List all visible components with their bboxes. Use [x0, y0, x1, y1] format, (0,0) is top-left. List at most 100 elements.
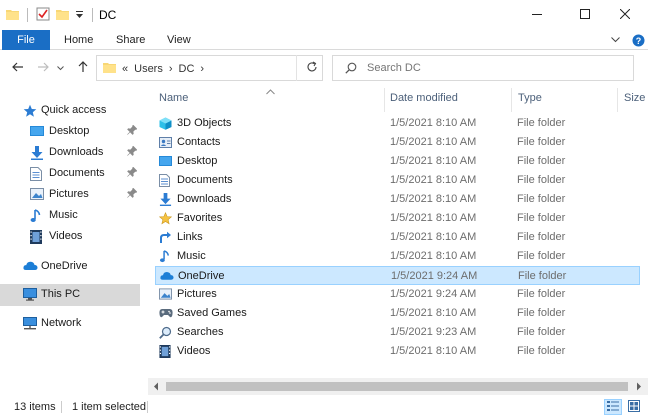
details-view-button[interactable]: [604, 399, 622, 415]
table-row[interactable]: Searches 1/5/2021 9:23 AM File folder: [155, 323, 640, 342]
nav-item-label: Pictures: [49, 188, 89, 200]
item-count: 13 items: [14, 401, 56, 413]
searches-icon: [159, 326, 172, 339]
back-arrow-icon: [12, 62, 24, 75]
tab-home[interactable]: Home: [64, 30, 93, 50]
search-box[interactable]: [332, 55, 634, 81]
table-row[interactable]: Pictures 1/5/2021 9:24 AM File folder: [155, 285, 640, 304]
nav-item-quick-access[interactable]: Quick access: [0, 100, 140, 122]
chevron-down-icon[interactable]: [606, 32, 624, 48]
breadcrumb-overflow[interactable]: «: [122, 63, 128, 75]
file-name: Contacts: [177, 136, 221, 148]
table-row[interactable]: Links 1/5/2021 8:10 AM File folder: [155, 228, 640, 247]
pictures-icon: [30, 188, 44, 202]
recent-locations-button[interactable]: [55, 60, 65, 76]
column-divider[interactable]: [384, 88, 385, 112]
table-row[interactable]: Downloads 1/5/2021 8:10 AM File folder: [155, 190, 640, 209]
help-icon[interactable]: ?: [628, 32, 648, 48]
tab-view[interactable]: View: [167, 30, 191, 50]
pictures-icon: [159, 288, 172, 301]
large-icons-view-button[interactable]: [625, 399, 643, 415]
breadcrumb-separator[interactable]: ›: [200, 63, 204, 75]
table-row[interactable]: Contacts 1/5/2021 8:10 AM File folder: [155, 133, 640, 152]
table-row[interactable]: Saved Games 1/5/2021 8:10 AM File folder: [155, 304, 640, 323]
saved-games-icon: [159, 307, 173, 320]
nav-item-label: Quick access: [41, 104, 107, 116]
horizontal-scrollbar[interactable]: [148, 378, 648, 395]
file-name: 3D Objects: [177, 117, 232, 129]
navigation-bar: « Users › DC ›: [0, 51, 648, 85]
file-type: File folder: [518, 270, 567, 282]
file-type: File folder: [517, 345, 566, 357]
download-icon: [159, 193, 172, 206]
customize-dropdown-icon[interactable]: [75, 9, 84, 22]
breadcrumb-separator[interactable]: ›: [169, 63, 173, 75]
pin-icon[interactable]: [127, 124, 138, 138]
file-date: 1/5/2021 8:10 AM: [390, 136, 477, 148]
file-name: Downloads: [177, 193, 232, 205]
minimize-button[interactable]: [514, 0, 560, 30]
nav-item-this-pc[interactable]: This PC: [0, 284, 140, 306]
forward-button[interactable]: [35, 60, 51, 76]
computer-icon: [23, 288, 37, 302]
nav-item-downloads[interactable]: Downloads: [0, 142, 140, 164]
close-button[interactable]: [602, 0, 648, 30]
maximize-icon: [580, 8, 590, 22]
file-type: File folder: [517, 174, 566, 186]
nav-item-label: Downloads: [49, 146, 104, 158]
favorites-star-icon: [158, 212, 173, 225]
table-row[interactable]: Desktop 1/5/2021 8:10 AM File folder: [155, 152, 640, 171]
back-button[interactable]: [10, 60, 26, 76]
file-date: 1/5/2021 8:10 AM: [390, 155, 477, 167]
table-row[interactable]: Documents 1/5/2021 8:10 AM File folder: [155, 171, 640, 190]
breadcrumb-dc[interactable]: DC: [179, 63, 195, 75]
table-row[interactable]: Favorites 1/5/2021 8:10 AM File folder: [155, 209, 640, 228]
refresh-button[interactable]: [296, 55, 326, 81]
properties-icon[interactable]: [36, 7, 50, 24]
column-divider[interactable]: [617, 88, 618, 112]
tab-file[interactable]: File: [2, 30, 50, 50]
column-header-date-modified[interactable]: Date modified: [390, 91, 458, 113]
documents-icon: [30, 167, 44, 181]
file-date: 1/5/2021 8:10 AM: [390, 212, 477, 224]
scroll-left-icon[interactable]: [153, 382, 159, 394]
column-header-type[interactable]: Type: [518, 91, 542, 113]
table-row[interactable]: Music 1/5/2021 8:10 AM File folder: [155, 247, 640, 266]
status-divider: [147, 401, 148, 413]
scrollbar-thumb[interactable]: [166, 382, 628, 391]
pin-icon[interactable]: [127, 187, 138, 201]
details-view-icon: [607, 400, 619, 414]
file-name: Favorites: [177, 212, 223, 224]
file-list: Name Date modified Type Size 3D Objects …: [148, 86, 648, 396]
scroll-right-icon[interactable]: [636, 382, 642, 394]
table-row-selected[interactable]: OneDrive 1/5/2021 9:24 AM File folder: [155, 266, 640, 285]
ribbon-controls: ?: [606, 32, 648, 48]
column-header-size[interactable]: Size: [624, 91, 645, 113]
address-bar[interactable]: « Users › DC ›: [96, 55, 384, 81]
column-header-name[interactable]: Name: [159, 91, 188, 113]
new-folder-icon[interactable]: [56, 8, 69, 23]
column-divider[interactable]: [511, 88, 512, 112]
nav-item-music[interactable]: Music: [0, 205, 140, 227]
file-name: Searches: [177, 326, 224, 338]
pin-icon[interactable]: [127, 166, 138, 180]
search-input[interactable]: [367, 60, 617, 76]
download-icon: [30, 146, 44, 160]
videos-icon: [159, 345, 172, 358]
nav-item-onedrive[interactable]: OneDrive: [0, 256, 140, 278]
tab-share[interactable]: Share: [116, 30, 145, 50]
nav-item-desktop[interactable]: Desktop: [0, 121, 140, 143]
table-row[interactable]: 3D Objects 1/5/2021 8:10 AM File folder: [155, 114, 640, 133]
file-name: Documents: [177, 174, 233, 186]
nav-item-videos[interactable]: Videos: [0, 226, 140, 248]
table-row[interactable]: Videos 1/5/2021 8:10 AM File folder: [155, 342, 640, 361]
nav-item-documents[interactable]: Documents: [0, 163, 140, 185]
nav-item-pictures[interactable]: Pictures: [0, 184, 140, 206]
nav-item-network[interactable]: Network: [0, 313, 140, 335]
file-type: File folder: [517, 288, 566, 300]
folder-icon[interactable]: [6, 8, 19, 23]
breadcrumb-users[interactable]: Users: [134, 63, 163, 75]
up-button[interactable]: [75, 60, 91, 76]
pin-icon[interactable]: [127, 145, 138, 159]
toolbar-divider: [92, 8, 93, 22]
